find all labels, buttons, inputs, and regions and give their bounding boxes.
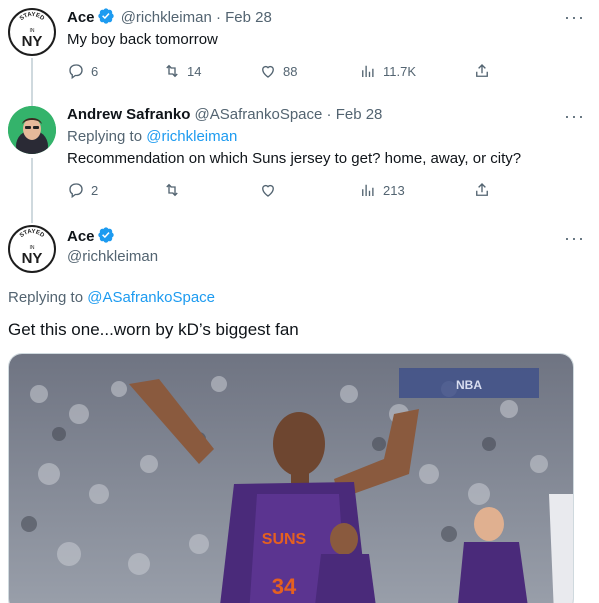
logo-top-text: STAYED xyxy=(19,12,46,23)
replying-to-label: Replying to xyxy=(8,289,84,306)
like-button[interactable] xyxy=(259,181,283,199)
tweet-2[interactable]: Andrew Safranko @ASafrankoSpace · Feb 28… xyxy=(0,100,599,215)
action-bar: 6 14 88 11.7K xyxy=(67,62,497,82)
retweet-icon xyxy=(166,183,178,197)
reply-button[interactable]: 2 xyxy=(67,181,98,199)
handle-line: @richkleiman xyxy=(67,247,158,267)
svg-text:STAYED: STAYED xyxy=(19,12,46,23)
reply-count: 2 xyxy=(91,182,99,198)
logo-top-text: STAYED xyxy=(19,229,46,240)
share-button[interactable] xyxy=(473,62,491,80)
like-button[interactable]: 88 xyxy=(259,62,297,80)
more-icon[interactable]: ··· xyxy=(564,8,585,26)
avatar[interactable] xyxy=(8,106,56,154)
jersey-number: 34 xyxy=(272,574,297,599)
logo-main-text: NY xyxy=(22,250,43,267)
verified-icon xyxy=(97,227,114,243)
replying-to-link[interactable]: @ASafrankoSpace xyxy=(87,289,215,306)
tweet-header: Ace xyxy=(67,226,117,247)
display-name[interactable]: Ace xyxy=(67,9,95,26)
stayed-in-ny-logo: STAYED IN NY xyxy=(19,229,46,267)
thread-line xyxy=(31,158,33,215)
views-button[interactable]: 11.7K xyxy=(359,62,416,80)
reply-icon xyxy=(69,64,83,80)
retweet-button[interactable]: 14 xyxy=(163,62,201,80)
tweet-text: My boy back tomorrow xyxy=(67,31,218,48)
separator: · xyxy=(215,9,221,26)
tweet-text: Get this one...worn by kD’s biggest fan xyxy=(8,320,299,339)
action-bar: 2 213 xyxy=(67,181,497,201)
avatar[interactable]: STAYED IN NY xyxy=(8,8,56,56)
share-button[interactable] xyxy=(473,181,491,199)
verified-icon xyxy=(97,8,114,24)
avatar[interactable]: STAYED IN NY xyxy=(8,225,56,273)
tweet-header: Ace @richkleiman · Feb 28 xyxy=(67,7,272,28)
tweet-text: Recommendation on which Suns jersey to g… xyxy=(67,150,522,167)
retweet-icon xyxy=(166,64,178,78)
views-count: 11.7K xyxy=(383,63,417,79)
replying-to-link[interactable]: @richkleiman xyxy=(146,128,237,145)
more-icon[interactable]: ··· xyxy=(564,107,585,125)
thread-line xyxy=(31,58,33,100)
like-icon xyxy=(262,184,274,197)
retweet-button[interactable] xyxy=(163,181,187,199)
like-count: 88 xyxy=(283,63,298,79)
handle[interactable]: @ASafrankoSpace xyxy=(195,106,323,123)
svg-text:STAYED: STAYED xyxy=(19,229,46,240)
reply-count: 6 xyxy=(91,63,99,79)
reply-button[interactable]: 6 xyxy=(67,62,98,80)
logo-main-text: NY xyxy=(22,33,43,50)
display-name[interactable]: Ace xyxy=(67,228,95,245)
more-icon[interactable]: ··· xyxy=(564,229,585,247)
replying-to: Replying to @richkleiman xyxy=(67,127,237,147)
tweet-header: Andrew Safranko @ASafrankoSpace · Feb 28 xyxy=(67,105,382,125)
tweet-media[interactable]: NBA SUNS 34 xyxy=(8,353,574,603)
like-icon xyxy=(262,65,274,78)
stayed-in-ny-logo: STAYED IN NY xyxy=(19,12,46,50)
views-icon xyxy=(362,184,374,196)
share-icon xyxy=(476,183,488,196)
display-name[interactable]: Andrew Safranko xyxy=(67,106,190,123)
reply-icon xyxy=(69,183,83,199)
handle[interactable]: @richkleiman xyxy=(121,9,212,26)
replying-to-label: Replying to xyxy=(67,128,143,145)
views-button[interactable]: 213 xyxy=(359,181,405,199)
timestamp[interactable]: Feb 28 xyxy=(336,106,383,123)
media-image: NBA SUNS 34 xyxy=(9,354,573,603)
retweet-count: 14 xyxy=(187,63,202,79)
timestamp[interactable]: Feb 28 xyxy=(225,9,272,26)
thread-line xyxy=(31,215,33,223)
arena-banner-text: NBA xyxy=(456,378,482,392)
profile-photo xyxy=(8,106,56,154)
views-icon xyxy=(362,65,374,77)
handle[interactable]: @richkleiman xyxy=(67,248,158,265)
tweet-1[interactable]: STAYED IN NY Ace @richkleiman · Feb 28 ·… xyxy=(0,0,599,100)
share-icon xyxy=(476,64,488,77)
views-count: 213 xyxy=(383,182,405,198)
jersey-text: SUNS xyxy=(262,531,307,548)
separator: · xyxy=(326,106,332,123)
replying-to: Replying to @ASafrankoSpace xyxy=(8,288,215,308)
